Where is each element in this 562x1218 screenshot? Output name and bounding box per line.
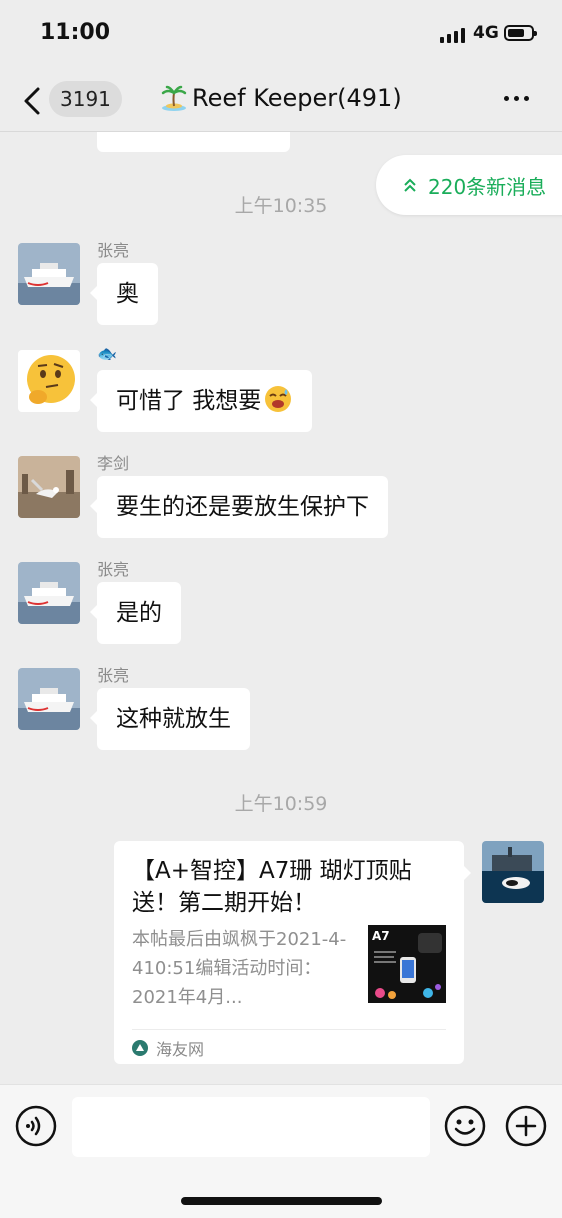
sender-name: 🐟 — [97, 344, 117, 363]
avatar[interactable] — [18, 668, 80, 730]
unread-count-badge[interactable]: 3191 — [49, 81, 122, 117]
link-card[interactable]: 【A+智控】A7珊 瑚灯顶贴送！第二期开始！ 本帖最后由飒枫于2021-4-41… — [114, 841, 471, 1064]
status-bar: 11:00 4G — [0, 0, 562, 70]
emoji-icon[interactable] — [444, 1105, 486, 1147]
sender-name: 张亮 — [97, 560, 130, 579]
message-bubble[interactable]: 要生的还是要放生保护下 — [90, 476, 388, 538]
link-card-title: 【A+智控】A7珊 瑚灯顶贴送！第二期开始！ — [132, 858, 412, 916]
more-options-icon[interactable] — [504, 96, 529, 101]
thumbnail-label: A7 — [372, 929, 390, 943]
message-text: 可惜了 我想要 — [116, 388, 262, 414]
sender-name: 张亮 — [97, 666, 130, 685]
chat-header: 3191 Reef Keeper(491) — [0, 70, 562, 132]
message-bubble[interactable]: 这种就放生 — [90, 688, 250, 750]
sender-name: 李剑 — [97, 454, 130, 473]
chat-title: Reef Keeper(491) — [160, 84, 402, 112]
timestamp: 上午10:35 — [234, 195, 328, 217]
site-logo-icon — [132, 1040, 148, 1056]
island-icon — [161, 85, 187, 111]
avatar[interactable] — [18, 243, 80, 305]
cellular-signal-icon — [440, 27, 465, 43]
status-time: 11:00 — [40, 20, 111, 45]
voice-input-icon[interactable] — [15, 1105, 57, 1147]
battery-icon — [504, 25, 537, 41]
plus-icon[interactable] — [505, 1105, 547, 1147]
message-input[interactable] — [72, 1097, 430, 1157]
network-type: 4G — [473, 23, 499, 43]
avatar[interactable] — [18, 456, 80, 518]
back-chevron-icon[interactable] — [20, 84, 44, 118]
message-bubble[interactable]: 是的 — [90, 582, 181, 644]
my-avatar[interactable] — [482, 841, 544, 903]
source-name: 海友网 — [156, 1040, 205, 1059]
chat-title-text: Reef Keeper(491) — [192, 84, 402, 112]
message-bubble[interactable]: 奥 — [90, 263, 158, 325]
link-card-description: 本帖最后由飒枫于2021-4-410:51编辑活动时间：2021年4月... — [132, 929, 347, 1008]
sender-name: 张亮 — [97, 241, 130, 260]
divider — [132, 1029, 446, 1030]
avatar[interactable] — [18, 350, 80, 412]
avatar[interactable] — [18, 562, 80, 624]
home-indicator[interactable] — [181, 1197, 382, 1205]
link-card-source: 海友网 — [132, 1036, 204, 1060]
link-card-thumbnail: A7 — [368, 925, 446, 1003]
timestamp: 上午10:59 — [234, 793, 328, 815]
sweat-emoji-icon — [265, 386, 292, 412]
message-bubble[interactable]: 可惜了 我想要 — [89, 370, 313, 432]
previous-message-bubble — [97, 132, 290, 152]
